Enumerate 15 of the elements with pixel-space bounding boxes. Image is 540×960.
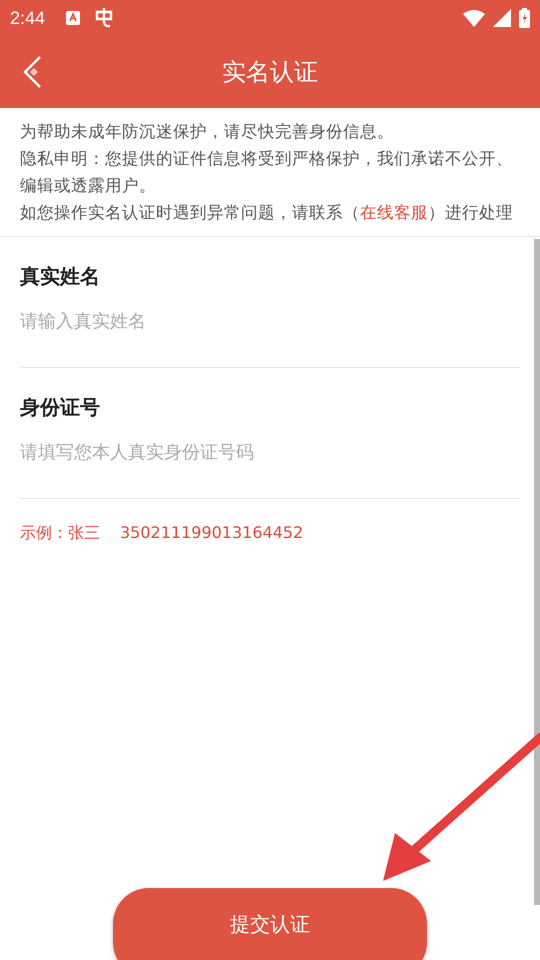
- notice-text: 隐私申明：您提供的证件信息将受到严格保护，我们承诺不公开、编辑或透露用户。: [20, 148, 514, 197]
- field-label: 真实姓名: [20, 263, 101, 290]
- example-number: 350211199013164452: [120, 523, 304, 544]
- field-label: 身份证号: [20, 394, 101, 421]
- status-time: 2:44: [10, 8, 46, 28]
- notice-text: 为帮助未成年防沉迷保护，请尽快完善身份信息。: [20, 121, 395, 143]
- battery-icon: [519, 8, 530, 28]
- submit-button[interactable]: 提交认证: [113, 888, 427, 960]
- signal-icon: [493, 9, 511, 27]
- notification-icon: [65, 10, 82, 26]
- online-service-link[interactable]: 在线客服: [360, 203, 428, 222]
- page-title: 实名认证: [222, 57, 318, 88]
- wifi-icon: [463, 9, 485, 27]
- contact-text: 如您操作实名认证时遇到异常问题，请联系（在线客服）进行处理: [20, 202, 514, 224]
- example-label: 示例：张三: [20, 523, 100, 544]
